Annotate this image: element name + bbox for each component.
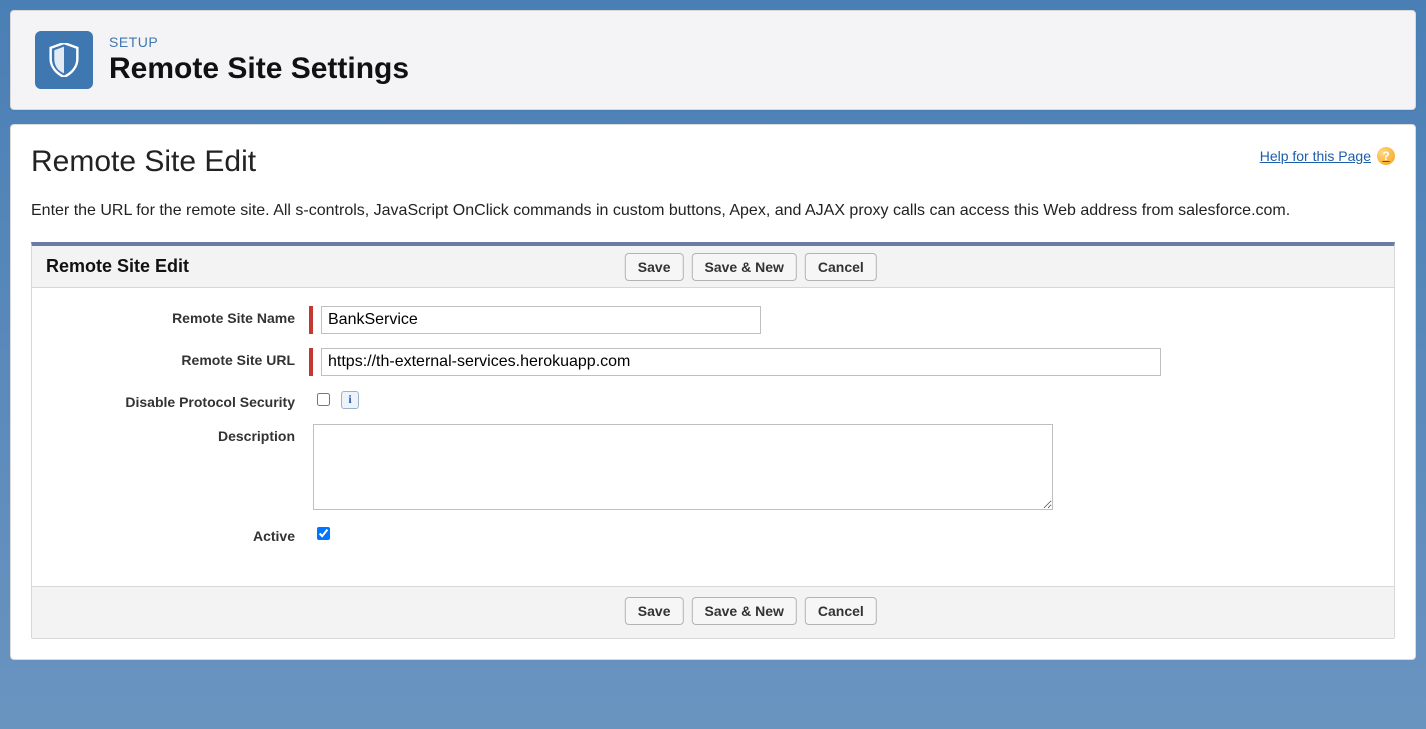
save-new-button-bottom[interactable]: Save & New: [692, 597, 797, 625]
setup-header: SETUP Remote Site Settings: [10, 10, 1416, 110]
label-site-name: Remote Site Name: [54, 306, 309, 326]
active-checkbox[interactable]: [317, 527, 330, 540]
edit-panel: Remote Site Edit Save Save & New Cancel …: [31, 242, 1395, 639]
help-icon: ?: [1377, 147, 1395, 165]
page-title: Remote Site Settings: [109, 52, 409, 86]
label-dps: Disable Protocol Security: [54, 390, 309, 410]
cancel-button[interactable]: Cancel: [805, 253, 877, 281]
help-link-label: Help for this Page: [1260, 148, 1371, 164]
help-link[interactable]: Help for this Page ?: [1260, 147, 1395, 165]
shield-icon: [35, 31, 93, 89]
main-card: Remote Site Edit Help for this Page ? En…: [10, 124, 1416, 660]
label-active: Active: [54, 524, 309, 544]
cancel-button-bottom[interactable]: Cancel: [805, 597, 877, 625]
save-button[interactable]: Save: [625, 253, 684, 281]
intro-text: Enter the URL for the remote site. All s…: [31, 199, 1395, 222]
description-textarea[interactable]: [313, 424, 1053, 510]
dps-checkbox[interactable]: [317, 393, 330, 406]
setup-kicker: SETUP: [109, 34, 409, 50]
info-icon[interactable]: i: [341, 391, 359, 409]
required-indicator: [309, 348, 313, 376]
required-indicator: [309, 306, 313, 334]
site-name-input[interactable]: [321, 306, 761, 334]
panel-title: Remote Site Edit: [46, 256, 189, 277]
site-url-input[interactable]: [321, 348, 1161, 376]
label-site-url: Remote Site URL: [54, 348, 309, 368]
section-heading: Remote Site Edit: [31, 145, 256, 179]
save-new-button[interactable]: Save & New: [692, 253, 797, 281]
save-button-bottom[interactable]: Save: [625, 597, 684, 625]
label-description: Description: [54, 424, 309, 444]
